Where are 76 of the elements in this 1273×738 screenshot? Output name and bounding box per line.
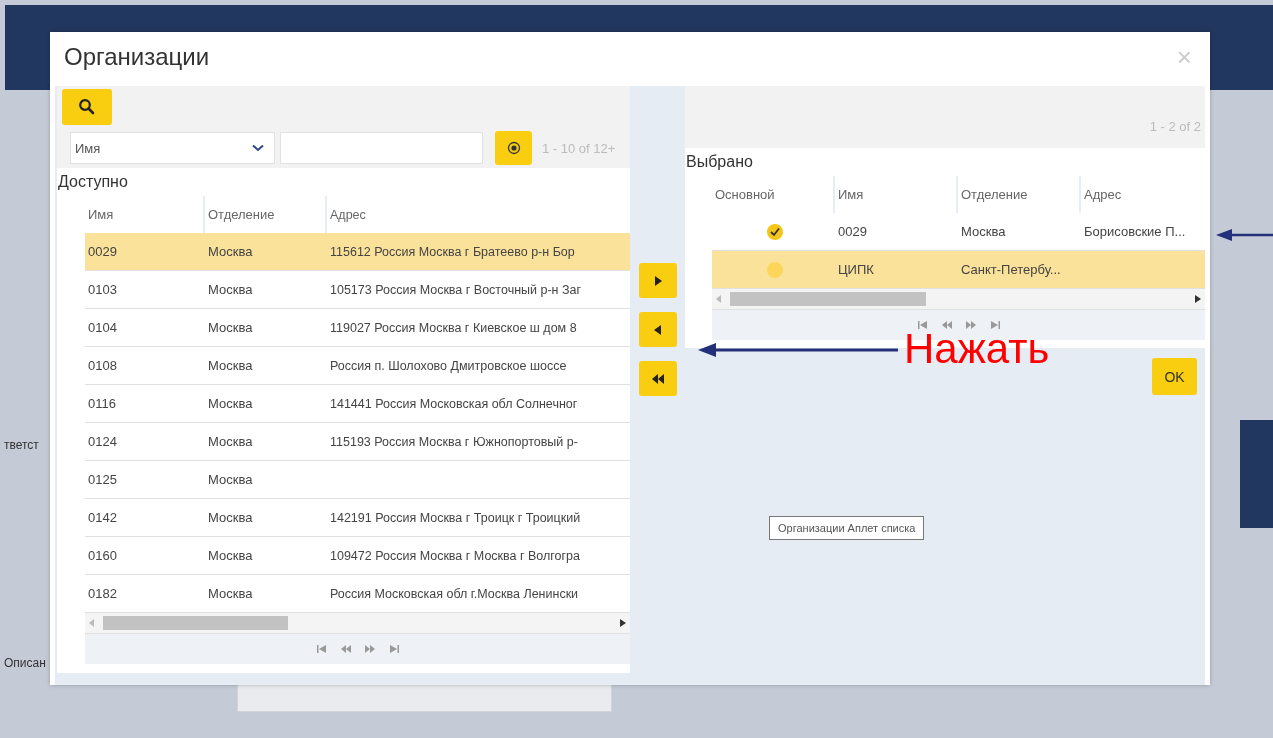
- triangle-left-icon: [653, 324, 662, 335]
- table-cell-text: 0104: [87, 320, 118, 335]
- table-cell-text: 0116: [87, 396, 117, 411]
- search-field[interactable]: [280, 132, 483, 164]
- table-cell-text: Россия п. Шолохово Дмитровское шоссе: [329, 358, 568, 373]
- unchecked-checkbox[interactable]: [766, 260, 784, 279]
- remove-all-button[interactable]: [638, 361, 677, 396]
- table-cell-text: 0125: [87, 472, 118, 487]
- horizontal-scrollbar[interactable]: [712, 289, 1205, 310]
- dialog-title: Организации: [64, 43, 210, 71]
- table-cell-text: Москва: [207, 358, 254, 373]
- column-header[interactable]: Адрес: [1081, 176, 1203, 213]
- field-dropdown[interactable]: Имя: [70, 132, 275, 164]
- ok-button[interactable]: OK: [1152, 358, 1197, 395]
- add-button[interactable]: [638, 263, 677, 298]
- previous-page-icon[interactable]: [340, 645, 351, 653]
- table-cell-text: 0182: [87, 586, 118, 601]
- table-cell-text: 142191 Россия Москва г Троицк г Троицкий: [329, 510, 582, 525]
- last-page-icon[interactable]: [989, 321, 1000, 329]
- table-cell-text: 115612 Россия Москва г Братеево р-н Бор: [329, 244, 576, 259]
- form-label: Описан: [4, 656, 46, 670]
- table-cell-text: Борисовские П...: [1083, 224, 1187, 239]
- list-heading: Выбрано: [685, 152, 754, 172]
- table-row[interactable]: 0029 Москва 115612 Россия Москва г Братеево р-н Бор: [85, 233, 630, 271]
- horizontal-scrollbar[interactable]: [85, 613, 630, 634]
- scroll-right-icon[interactable]: [620, 619, 626, 627]
- double-triangle-left-icon: [651, 373, 664, 384]
- table-cell-text: 119027 Россия Москва г Киевское ш дом 8: [329, 320, 578, 335]
- table-cell-text: Москва: [207, 396, 254, 411]
- go-button[interactable]: [495, 131, 532, 165]
- table-cell-text: 0029: [837, 224, 868, 239]
- table-row[interactable]: ЦИПК Санкт-Петербу...: [712, 251, 1205, 289]
- tooltip: Организации Аплет списка: [769, 516, 925, 540]
- table-cell-text: Москва: [960, 224, 1007, 239]
- form-label: тветст: [4, 438, 39, 452]
- table-cell-text: Москва: [207, 282, 254, 297]
- search-icon: [78, 98, 96, 116]
- previous-page-icon[interactable]: [941, 321, 952, 329]
- arrow-annotation: [1216, 229, 1273, 241]
- table-cell-text: 0103: [87, 282, 118, 297]
- table-cell-text: 115193 Россия Москва г Южнопортовый р-: [329, 434, 579, 449]
- scroll-right-icon[interactable]: [1195, 295, 1201, 303]
- table-cell-text: 109472 Россия Москва г Москва г Волгогра: [329, 548, 582, 563]
- next-page-icon[interactable]: [965, 321, 976, 329]
- table-cell-text: 0029: [87, 244, 118, 259]
- triangle-right-icon: [653, 275, 662, 286]
- scroll-left-icon[interactable]: [89, 619, 95, 627]
- circled-dot-icon: [506, 141, 521, 155]
- last-page-icon[interactable]: [388, 645, 399, 653]
- table-cell-text: 0142: [87, 510, 118, 525]
- remove-button[interactable]: [638, 312, 677, 347]
- first-page-icon[interactable]: [917, 321, 928, 329]
- checked-checkbox[interactable]: [766, 222, 784, 241]
- table-cell-text: 105173 Россия Москва г Восточный р-н Заг: [329, 282, 583, 297]
- table-cell-text: Москва: [207, 548, 254, 563]
- column-header[interactable]: Адрес: [327, 196, 630, 233]
- table-cell-text: 0160: [87, 548, 118, 563]
- chevron-down-icon: [252, 144, 264, 152]
- table-cell-text: Москва: [207, 510, 254, 525]
- next-page-icon[interactable]: [364, 645, 375, 653]
- table-cell-text: Москва: [207, 434, 254, 449]
- table-cell-text: ЦИПК: [837, 262, 875, 277]
- table-cell-text: 0108: [87, 358, 118, 373]
- table-cell-text: Москва: [207, 320, 254, 335]
- table-cell-text: Москва: [207, 586, 254, 601]
- annotation-text: Нажать: [904, 326, 1050, 373]
- table-cell-text: 0124: [87, 434, 118, 449]
- scroll-left-icon[interactable]: [716, 295, 722, 303]
- table-cell-text: 141441 Россия Московская обл Солнечног: [329, 396, 579, 411]
- table-cell-text: Москва: [207, 472, 254, 487]
- table-cell-text: Санкт-Петербу...: [960, 262, 1062, 277]
- first-page-icon[interactable]: [316, 645, 327, 653]
- list-heading: Доступно: [57, 172, 129, 192]
- table-cell-text: Москва: [207, 244, 254, 259]
- search-button[interactable]: [62, 89, 112, 125]
- table-cell-text: Россия Московская обл г.Москва Ленински: [329, 586, 580, 601]
